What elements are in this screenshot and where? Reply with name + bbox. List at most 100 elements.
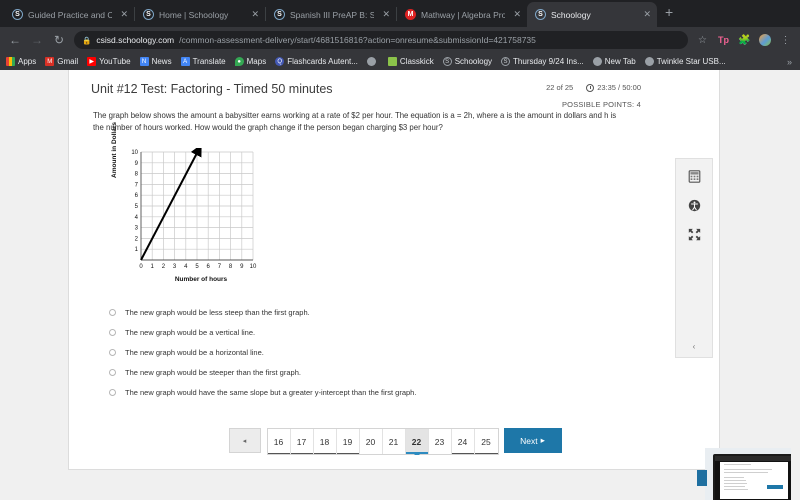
option-label: The new graph would have the same slope … <box>125 387 417 397</box>
new-tab-button[interactable]: + <box>657 4 681 23</box>
accessibility-icon[interactable] <box>687 198 702 213</box>
bookmark-twinkle-star-usb[interactable]: Twinkle Star USB... <box>644 57 726 66</box>
question-pagination: ◂ 16 17 18 19 20 21 22 23 24 25 Next ▸ <box>69 428 721 455</box>
calculator-icon[interactable] <box>687 169 702 184</box>
globe-icon <box>644 57 654 66</box>
page-viewport: Unit #12 Test: Factoring - Timed 50 minu… <box>0 70 800 500</box>
profile-avatar[interactable] <box>759 34 771 46</box>
share-side-tab <box>697 470 707 486</box>
screen-share-preview[interactable] <box>697 448 797 500</box>
close-icon[interactable]: ✕ <box>117 9 128 20</box>
bookmark-thursday-instruction[interactable]: S Thursday 9/24 Ins... <box>501 57 584 66</box>
close-icon[interactable]: ✕ <box>248 9 259 20</box>
page-number-22[interactable]: 22 <box>405 429 429 455</box>
option-label: The new graph would be less steep than t… <box>125 307 310 317</box>
bookmark-classkick[interactable]: Classkick <box>387 57 434 66</box>
bookmark-label: Twinkle Star USB... <box>656 57 726 66</box>
question-graph: Amount in Dollars Number of hours 0 1 2 3 4 5… <box>111 122 267 288</box>
page-scrollbar[interactable] <box>791 70 800 500</box>
answer-option-1[interactable]: The new graph would be less steep than t… <box>109 302 697 322</box>
svg-text:9: 9 <box>135 161 139 167</box>
svg-text:10: 10 <box>131 150 138 156</box>
close-icon[interactable]: ✕ <box>640 9 651 20</box>
timer: 23:35 / 50:00 <box>586 83 641 92</box>
possible-points: POSSIBLE POINTS: 4 <box>561 100 641 109</box>
close-icon[interactable]: ✕ <box>379 9 390 20</box>
extensions-puzzle-icon[interactable]: 🧩 <box>738 35 751 46</box>
page-number-16[interactable]: 16 <box>267 429 291 454</box>
share-browser-bar <box>715 456 791 461</box>
page-number-19[interactable]: 19 <box>336 429 360 454</box>
answer-option-3[interactable]: The new graph would be a horizontal line… <box>109 342 697 362</box>
page-number-20[interactable]: 20 <box>359 429 383 454</box>
browser-tab-5-active[interactable]: S Schoology ✕ <box>527 2 657 27</box>
option-label: The new graph would be a vertical line. <box>125 327 256 337</box>
schoology-icon: S <box>12 9 23 20</box>
browser-window: S Guided Practice and Core Prac ✕ S Home… <box>0 0 800 500</box>
share-page-content <box>720 462 788 499</box>
page-number-18[interactable]: 18 <box>313 429 337 454</box>
bookmark-news[interactable]: N News <box>139 57 172 66</box>
bookmark-translate[interactable]: A Translate <box>180 57 226 66</box>
tool-rail: ‹ <box>675 158 713 358</box>
next-button[interactable]: Next ▸ <box>503 428 562 453</box>
reload-icon[interactable]: ↻ <box>52 33 66 47</box>
answer-option-5[interactable]: The new graph would have the same slope … <box>109 382 697 402</box>
bookmark-star-icon[interactable]: ☆ <box>696 35 709 46</box>
radio-button[interactable] <box>109 328 116 336</box>
bookmark-label: Apps <box>18 57 37 66</box>
schoology-icon: S <box>501 57 511 66</box>
page-number-21[interactable]: 21 <box>382 429 406 454</box>
bookmark-apps[interactable]: Apps <box>6 57 36 66</box>
bookmark-new-tab[interactable]: New Tab <box>592 57 636 66</box>
bookmarks-overflow-icon[interactable]: » <box>787 57 794 67</box>
fullscreen-icon[interactable] <box>687 227 702 242</box>
schoology-icon: S <box>442 57 452 66</box>
answer-option-2[interactable]: The new graph would be a vertical line. <box>109 322 697 342</box>
back-icon[interactable]: ← <box>8 33 22 47</box>
page-number-17[interactable]: 17 <box>290 429 314 454</box>
tab-title: Mathway | Algebra Problem So <box>421 9 506 20</box>
bookmark-label: Classkick <box>399 57 434 66</box>
bookmark-label: Gmail <box>57 57 79 66</box>
forward-icon[interactable]: → <box>30 33 44 47</box>
bookmark-gmail[interactable]: M Gmail <box>45 57 78 66</box>
radio-button[interactable] <box>109 308 116 316</box>
page-number-25[interactable]: 25 <box>474 429 498 454</box>
bookmark-maps[interactable]: ● Maps <box>234 57 267 66</box>
tab-title: Home | Schoology <box>159 9 229 20</box>
bookmark-label: Maps <box>246 57 267 66</box>
close-icon[interactable]: ✕ <box>510 9 521 20</box>
bookmark-flashcards[interactable]: Q Flashcards Autent... <box>275 57 358 66</box>
maps-icon: ● <box>234 57 244 66</box>
radio-button[interactable] <box>109 348 116 356</box>
svg-text:3: 3 <box>173 264 177 270</box>
answer-option-4[interactable]: The new graph would be steeper than the … <box>109 362 697 382</box>
bookmark-label: Thursday 9/24 Ins... <box>513 57 584 66</box>
globe-icon <box>592 57 602 66</box>
page-number-23[interactable]: 23 <box>428 429 452 454</box>
schoology-icon: S <box>274 9 285 20</box>
browser-tab-2[interactable]: S Home | Schoology ✕ <box>135 2 265 27</box>
timer-value: 23:35 / 50:00 <box>597 83 641 92</box>
svg-text:9: 9 <box>240 264 244 270</box>
bookmark-schoology[interactable]: S Schoology <box>442 57 492 66</box>
bookmark-youtube[interactable]: ▶ YouTube <box>87 57 131 66</box>
previous-page-button[interactable]: ◂ <box>228 428 261 453</box>
collapse-rail-button[interactable]: ‹ <box>676 335 712 357</box>
page-number-24[interactable]: 24 <box>451 429 475 454</box>
extension-tp-icon[interactable]: Tp <box>717 35 730 45</box>
bookmark-label: YouTube <box>99 57 131 66</box>
bookmark-label: News <box>151 57 172 66</box>
radio-button[interactable] <box>109 388 116 396</box>
browser-tab-4[interactable]: M Mathway | Algebra Problem So ✕ <box>397 2 527 27</box>
gmail-icon: M <box>45 57 55 66</box>
bookmark-globe-1[interactable] <box>366 57 379 66</box>
browser-tab-3[interactable]: S Spanish III PreAP B: Section 90 ✕ <box>266 2 396 27</box>
browser-tab-1[interactable]: S Guided Practice and Core Prac ✕ <box>4 2 134 27</box>
address-bar[interactable]: 🔒 csisd.schoology.com/common-assessment-… <box>74 31 688 49</box>
news-icon: N <box>139 57 149 66</box>
chrome-menu-icon[interactable]: ⋮ <box>779 35 792 46</box>
radio-button[interactable] <box>109 368 116 376</box>
apps-grid-icon <box>6 57 15 66</box>
